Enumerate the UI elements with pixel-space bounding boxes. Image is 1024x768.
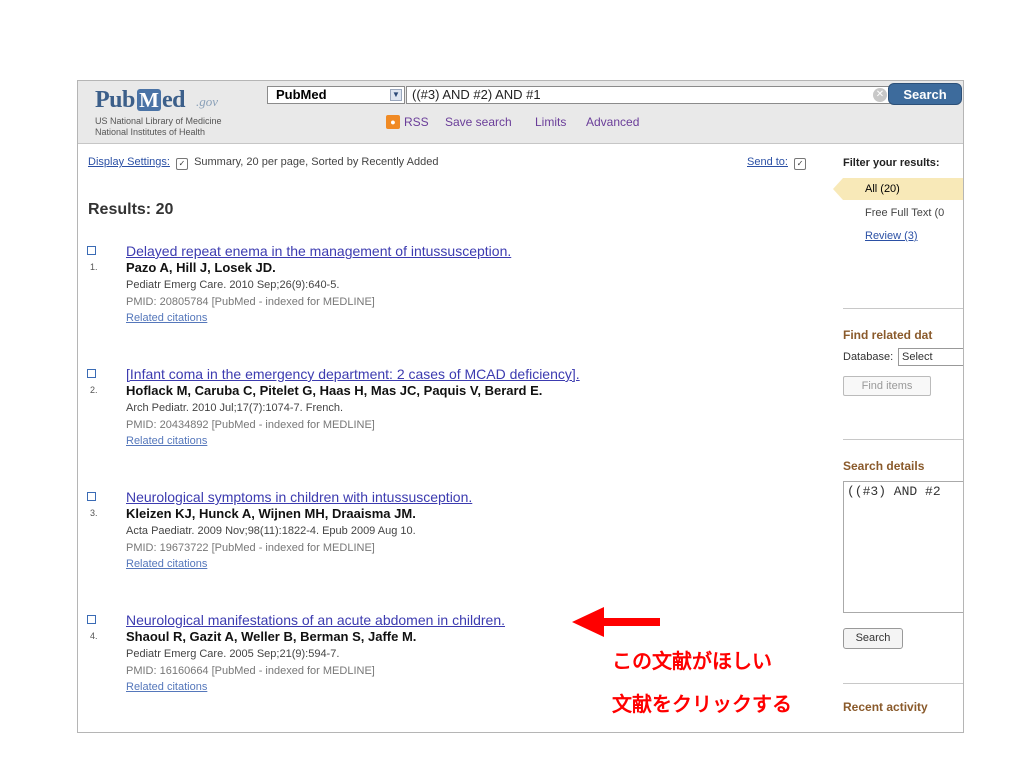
result-pmid: PMID: 16160664 [PubMed - indexed for MED…	[126, 665, 375, 677]
search-input[interactable]: ((#3) AND #2) AND #1	[406, 86, 946, 104]
result-item: Neurological symptoms in children with i…	[78, 489, 778, 579]
advanced-link[interactable]: Advanced	[586, 115, 639, 129]
database-select-value: PubMed	[276, 87, 327, 102]
recent-activity-heading: Recent activity	[843, 700, 928, 714]
divider	[843, 439, 963, 440]
rss-icon[interactable]: ●	[386, 115, 400, 129]
annotation-text-2: 文献をクリックする	[612, 692, 792, 716]
result-number: 1.	[90, 262, 98, 272]
result-title-link[interactable]: Neurological symptoms in children with i…	[126, 489, 472, 505]
related-citations-link[interactable]: Related citations	[126, 435, 207, 447]
dropdown-toggle-icon[interactable]: ✓	[794, 158, 807, 170]
result-journal: Pediatr Emerg Care. 2010 Sep;26(9):640-5…	[126, 279, 340, 291]
display-settings-bar: Display Settings: ✓ Summary, 20 per page…	[88, 156, 438, 170]
pubmed-logo[interactable]: Pub M ed .gov US National Library of Med…	[88, 85, 268, 139]
result-number: 4.	[90, 631, 98, 641]
result-pmid: PMID: 20434892 [PubMed - indexed for MED…	[126, 419, 375, 431]
pubmed-window: Pub M ed .gov US National Library of Med…	[77, 80, 964, 733]
result-pmid: PMID: 20805784 [PubMed - indexed for MED…	[126, 296, 375, 308]
search-button[interactable]: Search	[888, 83, 962, 105]
chevron-down-icon: ▼	[390, 89, 402, 101]
logo-gov: .gov	[196, 94, 219, 109]
result-number: 3.	[90, 508, 98, 518]
divider	[843, 308, 963, 309]
details-search-button[interactable]: Search	[843, 628, 903, 649]
result-pmid: PMID: 19673722 [PubMed - indexed for MED…	[126, 542, 375, 554]
display-settings-link[interactable]: Display Settings:	[88, 156, 170, 168]
result-authors: Kleizen KJ, Hunck A, Wijnen MH, Draaisma…	[126, 506, 416, 521]
results-count-heading: Results: 20	[88, 201, 174, 218]
related-citations-link[interactable]: Related citations	[126, 312, 207, 324]
active-filter-pointer	[833, 178, 843, 200]
limits-link[interactable]: Limits	[535, 115, 566, 129]
result-title-link[interactable]: [Infant coma in the emergency department…	[126, 366, 580, 382]
logo-pub: Pub	[95, 87, 135, 113]
database-label: Database:	[843, 351, 894, 363]
divider	[843, 683, 963, 684]
filter-heading: Filter your results:	[843, 157, 940, 169]
result-title-link[interactable]: Neurological manifestations of an acute …	[126, 612, 505, 628]
search-details-textarea[interactable]: ((#3) AND #2	[843, 481, 963, 613]
rss-link[interactable]: RSS	[404, 115, 429, 129]
search-details-heading: Search details	[843, 459, 925, 473]
result-item: Delayed repeat enema in the management o…	[78, 243, 778, 333]
display-settings-value: Summary, 20 per page, Sorted by Recently…	[194, 156, 439, 168]
related-database-select[interactable]: Select	[898, 348, 963, 366]
find-related-heading: Find related dat	[843, 328, 933, 342]
result-journal: Arch Pediatr. 2010 Jul;17(7):1074-7. Fre…	[126, 402, 344, 414]
select-checkbox[interactable]	[87, 246, 96, 255]
result-journal: Pediatr Emerg Care. 2005 Sep;21(9):594-7…	[126, 648, 340, 660]
filter-free-full-text[interactable]: Free Full Text (0	[865, 207, 944, 219]
select-checkbox[interactable]	[87, 369, 96, 378]
right-sidebar: Filter your results: All (20) Free Full …	[833, 143, 963, 732]
filter-all[interactable]: All (20)	[843, 178, 963, 200]
logo-ed: ed	[162, 87, 186, 113]
related-citations-link[interactable]: Related citations	[126, 681, 207, 693]
dropdown-toggle-icon[interactable]: ✓	[176, 158, 188, 170]
result-item: [Infant coma in the emergency department…	[78, 366, 778, 456]
select-checkbox[interactable]	[87, 492, 96, 501]
result-title-link[interactable]: Delayed repeat enema in the management o…	[126, 243, 511, 259]
filter-review-link[interactable]: Review (3)	[865, 230, 918, 242]
result-authors: Shaoul R, Gazit A, Weller B, Berman S, J…	[126, 629, 417, 644]
send-to-link[interactable]: Send to:	[747, 156, 788, 168]
logo-nih-text: National Institutes of Health	[95, 127, 206, 137]
annotation-text-1: この文献がほしい	[612, 649, 772, 673]
annotation-arrow-icon	[572, 607, 660, 637]
logo-nlm-text: US National Library of Medicine	[95, 116, 222, 126]
clear-icon[interactable]: ✕	[873, 88, 887, 102]
result-journal: Acta Paediatr. 2009 Nov;98(11):1822-4. E…	[126, 525, 416, 537]
logo-m-icon: M	[137, 89, 161, 111]
result-authors: Pazo A, Hill J, Losek JD.	[126, 260, 276, 275]
save-search-link[interactable]: Save search	[445, 115, 512, 129]
select-checkbox[interactable]	[87, 615, 96, 624]
result-number: 2.	[90, 385, 98, 395]
send-to-menu[interactable]: Send to: ✓	[747, 156, 809, 170]
result-authors: Hoflack M, Caruba C, Pitelet G, Haas H, …	[126, 383, 543, 398]
database-select[interactable]: PubMed ▼	[267, 86, 405, 104]
find-items-button[interactable]: Find items	[843, 376, 931, 396]
related-citations-link[interactable]: Related citations	[126, 558, 207, 570]
header-bar: Pub M ed .gov US National Library of Med…	[78, 81, 963, 144]
